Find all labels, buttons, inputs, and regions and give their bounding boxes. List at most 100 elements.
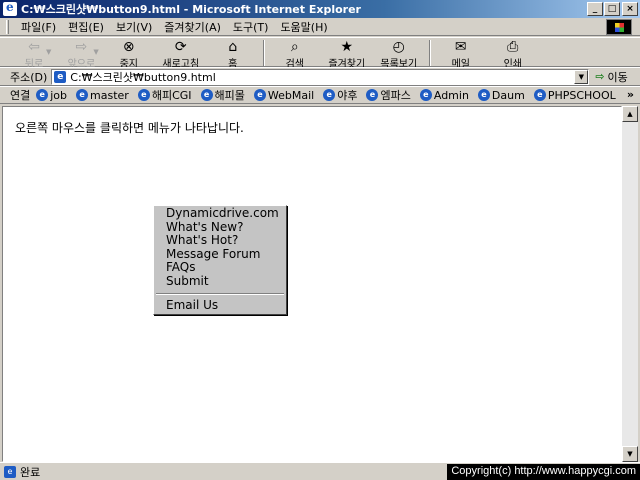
context-menu: Dynamicdrive.com What's New? What's Hot?… bbox=[153, 205, 287, 315]
menu-favorites[interactable]: 즐겨찾기(A) bbox=[158, 19, 227, 35]
forward-dropdown-icon[interactable]: ▼ bbox=[93, 48, 98, 56]
link-label: WebMail bbox=[267, 88, 315, 102]
window-title: C:₩스크린샷₩button9.html - Microsoft Interne… bbox=[21, 3, 361, 16]
back-button[interactable]: ⇦ 뒤로 bbox=[8, 38, 60, 70]
scroll-down-arrow-icon[interactable]: ▼ bbox=[622, 446, 638, 462]
ie-link-icon: e bbox=[533, 89, 546, 101]
search-icon: ⌕ bbox=[290, 39, 299, 55]
ie-link-icon: e bbox=[76, 89, 89, 101]
context-menu-separator bbox=[156, 293, 284, 295]
mail-icon: ✉ bbox=[454, 39, 467, 55]
forward-arrow-icon: ⇨ bbox=[75, 39, 88, 55]
menu-file[interactable]: 파일(F) bbox=[15, 19, 62, 35]
context-menu-item-email-us[interactable]: Email Us bbox=[154, 298, 286, 313]
refresh-icon: ⟳ bbox=[174, 39, 187, 55]
forward-button[interactable]: ⇨ 앞으로 bbox=[55, 38, 107, 70]
menu-bar: 파일(F) 편집(E) 보기(V) 즐겨찾기(A) 도구(T) 도움말(H) bbox=[0, 18, 640, 36]
vertical-scrollbar[interactable]: ▲ ▼ bbox=[622, 106, 638, 462]
context-menu-item-faqs[interactable]: FAQs bbox=[154, 260, 286, 275]
address-bar: 주소(D) e C:₩스크린샷₩button9.html ▼ ⇨ 이동 bbox=[0, 67, 640, 86]
status-text: 완료 bbox=[20, 465, 41, 479]
link-happymall[interactable]: e 해피몰 bbox=[200, 87, 245, 103]
search-button[interactable]: ⌕ 검색 bbox=[269, 38, 321, 70]
refresh-button[interactable]: ⟳ 새로고침 bbox=[155, 38, 207, 70]
link-empas[interactable]: e 엠파스 bbox=[366, 87, 411, 103]
ie-link-icon: e bbox=[366, 89, 379, 101]
link-phpschool[interactable]: e PHPSCHOOL bbox=[533, 88, 616, 102]
ie-link-icon: e bbox=[36, 89, 49, 101]
close-button[interactable]: × bbox=[622, 2, 638, 16]
scroll-up-arrow-icon[interactable]: ▲ bbox=[622, 106, 638, 122]
link-label: master bbox=[90, 88, 129, 102]
context-menu-item-dynamicdrive[interactable]: Dynamicdrive.com bbox=[154, 206, 286, 221]
go-button[interactable]: ⇨ 이동 bbox=[595, 69, 627, 85]
link-label: 엠파스 bbox=[380, 89, 411, 102]
ie-link-icon: e bbox=[477, 89, 490, 101]
page-instruction-text: 오른쪽 마우스를 클릭하면 메뉴가 나타납니다. bbox=[15, 121, 244, 135]
address-input[interactable]: e C:₩스크린샷₩button9.html ▼ bbox=[51, 68, 590, 85]
context-menu-item-whats-hot[interactable]: What's Hot? bbox=[154, 233, 286, 248]
link-label: Admin bbox=[433, 88, 469, 102]
ie-link-icon: e bbox=[137, 89, 150, 101]
page-content[interactable]: 오른쪽 마우스를 클릭하면 메뉴가 나타납니다. bbox=[2, 106, 622, 462]
go-arrow-icon: ⇨ bbox=[595, 70, 605, 83]
toolbar-separator bbox=[428, 40, 431, 66]
ie-app-icon[interactable] bbox=[3, 0, 17, 16]
link-job[interactable]: e job bbox=[36, 89, 67, 102]
stop-button[interactable]: ⊗ 중지 bbox=[103, 38, 155, 70]
toolbar-separator bbox=[262, 40, 265, 66]
menu-view[interactable]: 보기(V) bbox=[110, 19, 158, 35]
menu-tools[interactable]: 도구(T) bbox=[227, 19, 275, 35]
ie-link-icon: e bbox=[323, 89, 336, 101]
link-label: 야후 bbox=[337, 89, 358, 102]
link-label: job bbox=[50, 88, 68, 102]
link-master[interactable]: e master bbox=[76, 89, 129, 102]
link-happycgi[interactable]: e 해피CGI bbox=[137, 87, 192, 103]
home-button[interactable]: ⌂ 홈 bbox=[207, 38, 259, 70]
address-dropdown-icon[interactable]: ▼ bbox=[574, 69, 589, 84]
back-dropdown-icon[interactable]: ▼ bbox=[46, 48, 51, 56]
minimize-button[interactable]: _ bbox=[587, 2, 603, 16]
page-status-icon: e bbox=[4, 465, 16, 478]
link-label: 해피CGI bbox=[151, 89, 192, 102]
back-arrow-icon: ⇦ bbox=[28, 39, 40, 55]
menu-edit[interactable]: 편집(E) bbox=[62, 19, 110, 35]
home-icon: ⌂ bbox=[228, 39, 238, 55]
ie-link-icon: e bbox=[200, 89, 213, 101]
address-label: 주소(D) bbox=[10, 70, 48, 84]
title-bar[interactable]: C:₩스크린샷₩button9.html - Microsoft Interne… bbox=[0, 0, 640, 18]
favorites-folder-icon: ★ bbox=[340, 39, 354, 55]
go-label: 이동 bbox=[607, 70, 628, 84]
mail-button[interactable]: ✉ 메일 bbox=[435, 38, 487, 70]
links-bar: 연결 e job e master e 해피CGI e 해피몰 e WebMail e 야후… bbox=[0, 86, 640, 104]
page-icon: e bbox=[54, 70, 67, 83]
links-more-chevron-icon[interactable]: » bbox=[627, 88, 634, 101]
menu-help[interactable]: 도움말(H) bbox=[274, 19, 333, 35]
menu-grip[interactable] bbox=[6, 19, 9, 34]
link-daum[interactable]: e Daum bbox=[477, 88, 525, 102]
ie-link-icon: e bbox=[253, 89, 266, 101]
windows-logo-icon bbox=[606, 19, 632, 35]
copyright-banner: Copyright(c) http://www.happycgi.com bbox=[447, 464, 640, 480]
print-button[interactable]: ⎙ 인쇄 bbox=[487, 38, 539, 70]
link-label: Daum bbox=[491, 88, 525, 102]
stop-icon: ⊗ bbox=[122, 39, 135, 55]
context-menu-item-whats-new[interactable]: What's New? bbox=[154, 220, 286, 235]
history-icon: ◴ bbox=[392, 39, 405, 55]
standard-toolbar: ⇦ 뒤로 ▼ ⇨ 앞으로 ▼ ⊗ 중지 ⟳ 새로고침 ⌂ 홈 ⌕ 검색 ★ 즐겨… bbox=[0, 37, 640, 70]
history-button[interactable]: ◴ 목록보기 bbox=[373, 38, 425, 70]
link-label: 해피몰 bbox=[214, 89, 245, 102]
ie-link-icon: e bbox=[419, 89, 432, 101]
printer-icon: ⎙ bbox=[507, 39, 519, 55]
link-admin[interactable]: e Admin bbox=[419, 88, 469, 102]
context-menu-item-message-forum[interactable]: Message Forum bbox=[154, 247, 286, 262]
window-controls: _ □ × bbox=[586, 2, 638, 16]
context-menu-item-submit[interactable]: Submit bbox=[154, 274, 286, 289]
address-value[interactable]: C:₩스크린샷₩button9.html bbox=[70, 69, 215, 85]
link-webmail[interactable]: e WebMail bbox=[253, 88, 315, 102]
links-label: 연결 bbox=[10, 89, 31, 102]
favorites-button[interactable]: ★ 즐겨찾기 bbox=[321, 38, 373, 70]
link-label: PHPSCHOOL bbox=[547, 88, 616, 102]
maximize-button[interactable]: □ bbox=[604, 2, 620, 16]
link-yahoo[interactable]: e 야후 bbox=[323, 87, 357, 103]
